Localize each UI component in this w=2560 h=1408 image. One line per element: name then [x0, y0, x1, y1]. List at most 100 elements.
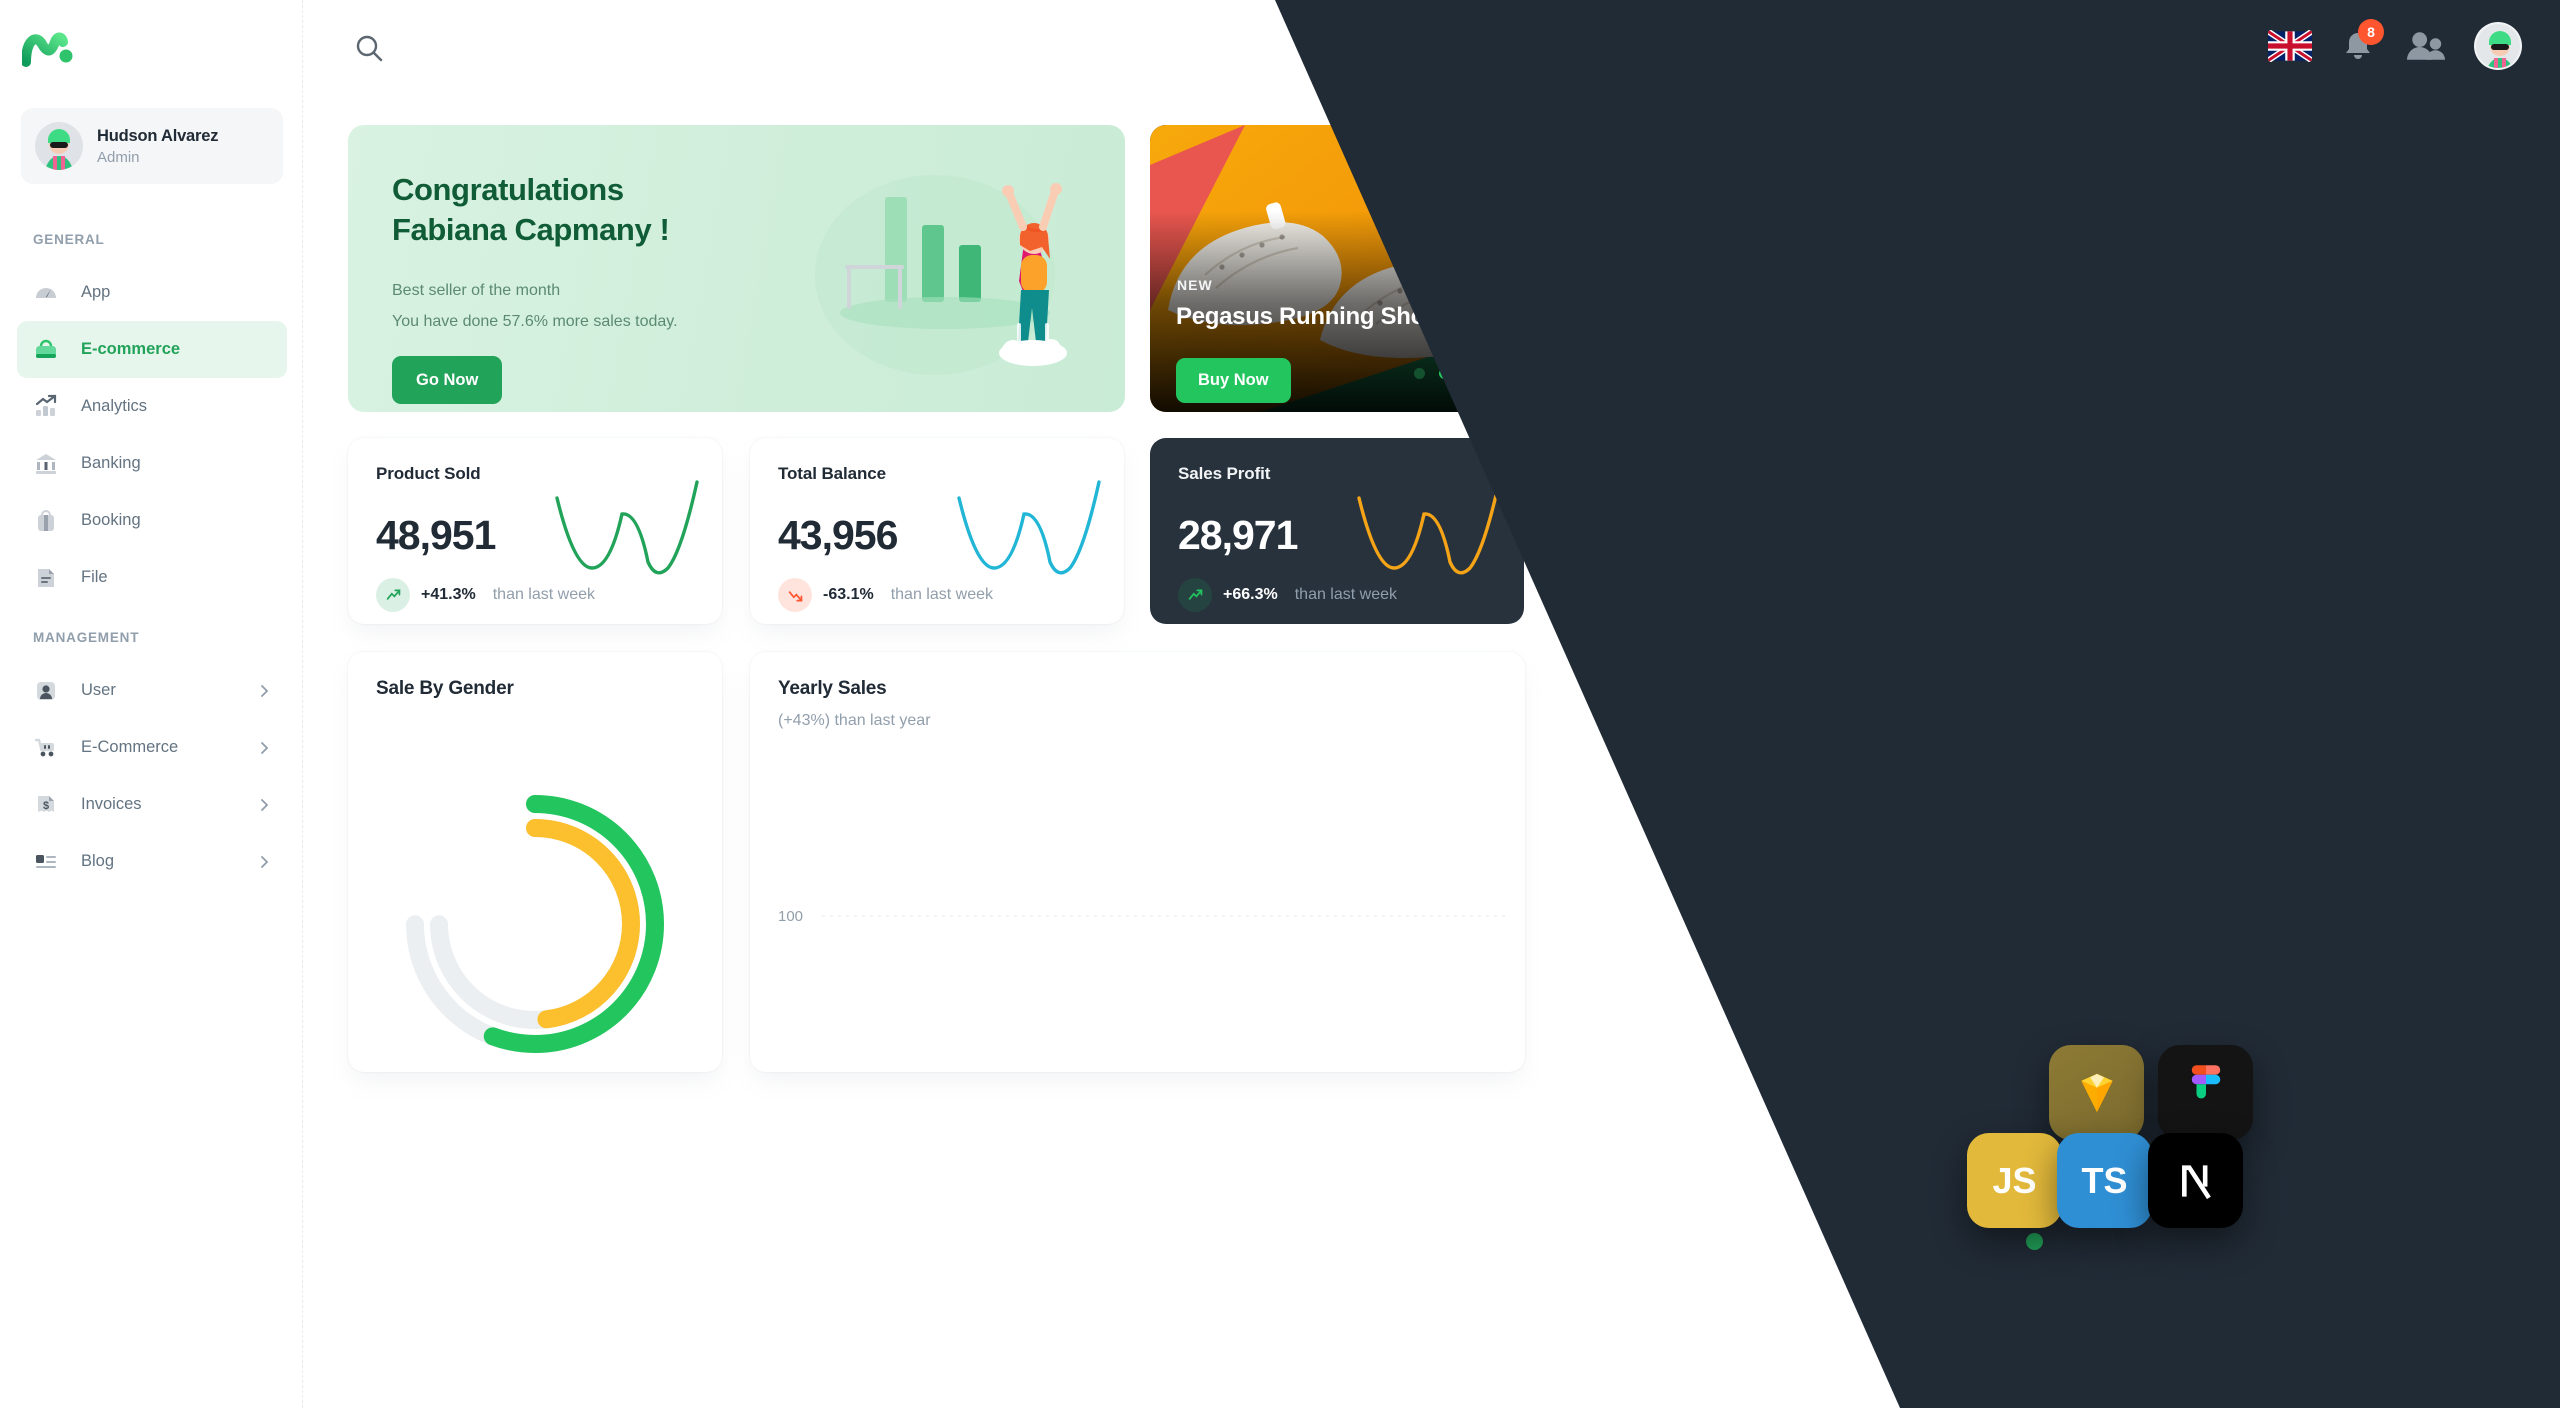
nextjs-logo-badge[interactable]: [2148, 1133, 2243, 1228]
notifications-badge: 8: [2358, 19, 2384, 45]
nextjs-logo: [2181, 1164, 2211, 1199]
sidebar-management-list: User E-Commerce $ Invoices Blog: [17, 662, 287, 890]
celebration-illustration: [815, 175, 1067, 375]
congratulations-title: Congratulations Fabiana Capmany !: [392, 170, 822, 250]
sidebar-item-label: E-Commerce: [81, 738, 179, 756]
yearly-sales-chart: 100: [778, 908, 1510, 925]
y-axis-tick-100: 100: [778, 908, 803, 925]
sidebar-item-banking[interactable]: Banking: [17, 435, 287, 492]
sparkline-chart: [555, 480, 699, 575]
yearly-sales-panel: Yearly Sales (+43%) than last year 100: [750, 652, 1525, 1072]
congratulations-banner: Congratulations Fabiana Capmany ! Best se…: [348, 125, 1125, 412]
gender-radial-gauge: [406, 795, 664, 1053]
congrats-subtitle-1: Best seller of the month: [392, 282, 561, 299]
sidebar-item-user[interactable]: User: [17, 662, 287, 719]
stat-card-product-sold: Product Sold 48,951 +41.3% than last wee…: [348, 438, 722, 624]
figma-logo: [2191, 1064, 2220, 1099]
stat-card-total-balance: Total Balance 43,956 -63.1% than last we…: [750, 438, 1124, 624]
sidebar-item-label: Analytics: [81, 397, 148, 415]
chevron-right-icon: [261, 855, 269, 868]
top-header: 8: [303, 0, 2560, 96]
search-icon[interactable]: [351, 30, 387, 66]
stat-value: 48,951: [376, 512, 496, 558]
sidebar-item-file[interactable]: File: [17, 549, 287, 606]
en-gb-flag-icon[interactable]: [2268, 30, 2312, 62]
sidebar-item-label: Booking: [81, 511, 141, 529]
carousel-dots[interactable]: [1414, 368, 1500, 379]
legend-dot-total-income: [2026, 1233, 2043, 1250]
sidebar-item-label: Invoices: [81, 795, 142, 813]
sidebar-item-e-commerce-mgmt[interactable]: E-Commerce: [17, 719, 287, 776]
figma-logo-badge[interactable]: [2158, 1045, 2253, 1140]
congrats-line-1: Congratulations: [392, 172, 624, 207]
sale-by-gender-panel: Sale By Gender: [348, 652, 722, 1072]
trend-down-icon: [778, 578, 812, 612]
congrats-line-2: Fabiana Capmany !: [392, 212, 670, 247]
stat-delta: +66.3%: [1223, 586, 1278, 603]
carousel-dot-active[interactable]: [1439, 368, 1450, 379]
sidebar-section-general: GENERAL: [33, 232, 105, 247]
profile-card[interactable]: Hudson Alvarez Admin: [21, 108, 283, 184]
cart-icon: [34, 738, 54, 756]
sidebar-item-blog[interactable]: Blog: [17, 833, 287, 890]
sidebar-item-label: Blog: [81, 852, 115, 870]
product-new-badge: NEW: [1177, 277, 1213, 293]
profile-name: Hudson Alvarez: [97, 126, 219, 145]
carousel-dot[interactable]: [1464, 368, 1475, 379]
product-promo-card[interactable]: NEW Pegasus Running Shoes Buy Now: [1150, 125, 1525, 412]
dashboard-icon: [36, 287, 56, 298]
stat-value: 43,956: [778, 512, 898, 558]
sidebar-item-invoices[interactable]: $ Invoices: [17, 776, 287, 833]
sketch-logo-badge[interactable]: [2049, 1045, 2144, 1140]
sidebar-section-management: MANAGEMENT: [33, 630, 140, 645]
sidebar-item-label: User: [81, 681, 116, 699]
contacts-icon[interactable]: [2404, 27, 2448, 65]
sidebar-item-label: App: [81, 283, 111, 301]
sidebar-item-e-commerce[interactable]: E-commerce: [17, 321, 287, 378]
panel-title: Yearly Sales: [778, 678, 887, 699]
file-icon: [38, 568, 54, 587]
stat-value: 28,971: [1178, 512, 1298, 558]
typescript-logo-badge[interactable]: TS: [2057, 1133, 2152, 1228]
bank-icon: [36, 453, 56, 474]
svg-text:$: $: [43, 800, 49, 812]
javascript-logo-badge[interactable]: JS: [1967, 1133, 2062, 1228]
sparkline-chart: [1357, 480, 1501, 575]
user-icon: [37, 681, 55, 700]
bag-icon: [36, 339, 56, 358]
buy-now-button[interactable]: Buy Now: [1176, 358, 1291, 403]
stat-delta: -63.1%: [823, 586, 874, 603]
sidebar-item-booking[interactable]: Booking: [17, 492, 287, 549]
sidebar-item-label: Banking: [81, 454, 141, 472]
analytics-icon: [35, 394, 57, 416]
briefcase-icon: [38, 509, 54, 531]
sidebar-item-label: E-commerce: [81, 340, 181, 358]
header-actions: 8: [2268, 19, 2522, 70]
chevron-right-icon: [261, 798, 269, 811]
sidebar-item-app[interactable]: App: [17, 264, 287, 321]
carousel-dot[interactable]: [1414, 368, 1425, 379]
minimal-logo[interactable]: [22, 22, 74, 74]
trend-up-icon: [376, 578, 410, 612]
invoice-icon: $: [38, 795, 54, 812]
avatar: [35, 122, 83, 170]
chevron-right-icon: [261, 741, 269, 754]
trend-up-icon: [1178, 578, 1212, 612]
profile-role: Admin: [97, 148, 140, 166]
panel-title: Sale By Gender: [376, 678, 514, 699]
product-title: Pegasus Running Shoes: [1176, 303, 1452, 330]
sidebar-item-label: File: [81, 568, 108, 586]
panel-subtitle: (+43%) than last year: [778, 712, 931, 729]
sidebar-item-analytics[interactable]: Analytics: [17, 378, 287, 435]
chevron-right-icon: [261, 684, 269, 697]
user-avatar[interactable]: [2474, 22, 2522, 70]
notifications-button[interactable]: 8: [2338, 19, 2384, 66]
stat-delta: +41.3%: [421, 586, 476, 603]
congrats-subtitle-2: You have done 57.6% more sales today.: [392, 313, 678, 330]
sparkline-chart: [957, 480, 1101, 575]
sketch-logo: [2080, 1073, 2113, 1112]
blog-icon: [36, 854, 56, 868]
go-now-button[interactable]: Go Now: [392, 356, 503, 404]
sidebar: Hudson Alvarez Admin GENERAL App E-comme…: [0, 0, 303, 1408]
carousel-dot[interactable]: [1489, 368, 1500, 379]
